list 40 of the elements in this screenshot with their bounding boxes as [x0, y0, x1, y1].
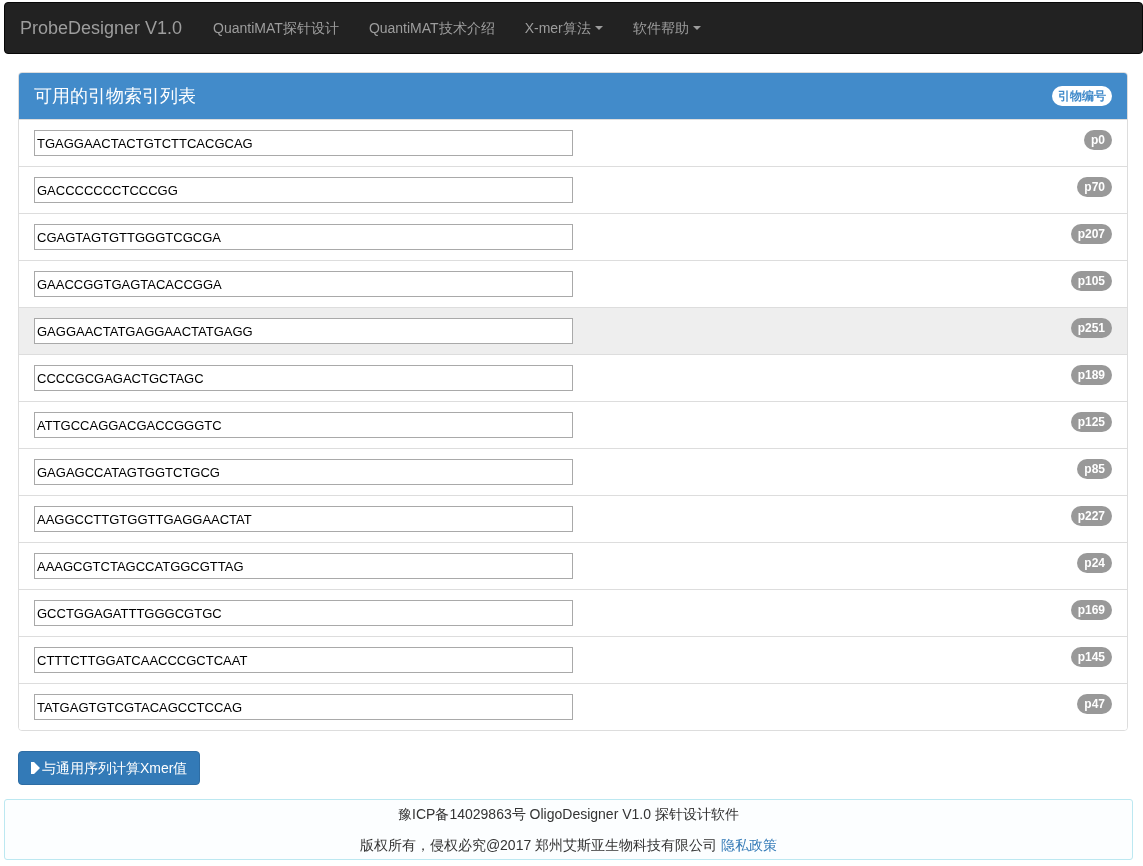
copyright-text: 版权所有，侵权必究@2017 郑州艾斯亚生物科技有限公司: [359, 835, 718, 855]
index-badge: p125: [1070, 412, 1112, 432]
nav-link[interactable]: QuantiMAT技术介绍: [353, 17, 510, 39]
sequence-field[interactable]: CCCCGCGAGACTGCTAGC: [34, 365, 573, 391]
index-badge: p145: [1070, 647, 1112, 667]
sequence-field[interactable]: AAGGCCTTGTGGTTGAGGAACTAT: [34, 506, 573, 532]
index-badge: p0: [1084, 130, 1112, 150]
calculate-button[interactable]: 与通用序列计算Xmer值: [18, 751, 201, 785]
index-badge: p227: [1070, 506, 1112, 526]
caret-icon: [692, 26, 701, 30]
sequence-field[interactable]: CTTTCTTGGATCAACCCGCTCAAT: [34, 647, 573, 673]
sequence-field[interactable]: GAGAGCCATAGTGGTCTGCG: [34, 459, 573, 485]
nav-link[interactable]: QuantiMAT探针设计: [198, 17, 354, 39]
brand-link[interactable]: ProbeDesigner V1.0: [20, 14, 183, 42]
index-badge: p105: [1070, 271, 1112, 291]
footer-text: 豫ICP备14029863号 OligoDesigner V1.0 探针设计软件: [398, 804, 739, 824]
sequence-field[interactable]: CGAGTAGTGTTGGGTCGCGA: [34, 224, 573, 250]
index-badge: p251: [1070, 318, 1112, 338]
sequence-field[interactable]: TATGAGTGTCGTACAGCCTCCAG: [34, 694, 573, 720]
sequence-field[interactable]: GAGGAACTATGAGGAACTATGAGG: [34, 318, 573, 344]
index-badge: p24: [1077, 553, 1112, 573]
index-badge: p207: [1070, 224, 1112, 244]
index-badge: p189: [1070, 365, 1112, 385]
index-badge: p169: [1070, 600, 1112, 620]
index-badge: p70: [1077, 177, 1112, 197]
sequence-field[interactable]: GCCTGGAGATTTGGGCGTGC: [34, 600, 573, 626]
panel-title: 可用的引物索引列表: [34, 84, 196, 108]
header-badge: 引物编号: [1052, 86, 1112, 106]
privacy-link[interactable]: 隐私政策: [721, 834, 778, 856]
nav-link[interactable]: 软件帮助: [617, 17, 716, 39]
sequence-field[interactable]: ATTGCCAGGACGACCGGGTC: [34, 412, 573, 438]
sequence-field[interactable]: TGAGGAACTACTGTCTTCACGCAG: [34, 130, 573, 156]
index-badge: p85: [1077, 459, 1112, 479]
caret-icon: [594, 26, 603, 30]
nav-link[interactable]: X-mer算法: [509, 17, 618, 39]
sequence-field[interactable]: GACCCCCCCTCCCGG: [34, 177, 573, 203]
index-badge: p47: [1077, 694, 1112, 714]
step-forward-icon: [31, 762, 40, 774]
sequence-field[interactable]: AAAGCGTCTAGCCATGGCGTTAG: [34, 553, 573, 579]
sequence-field[interactable]: GAACCGGTGAGTACACCGGA: [34, 271, 573, 297]
